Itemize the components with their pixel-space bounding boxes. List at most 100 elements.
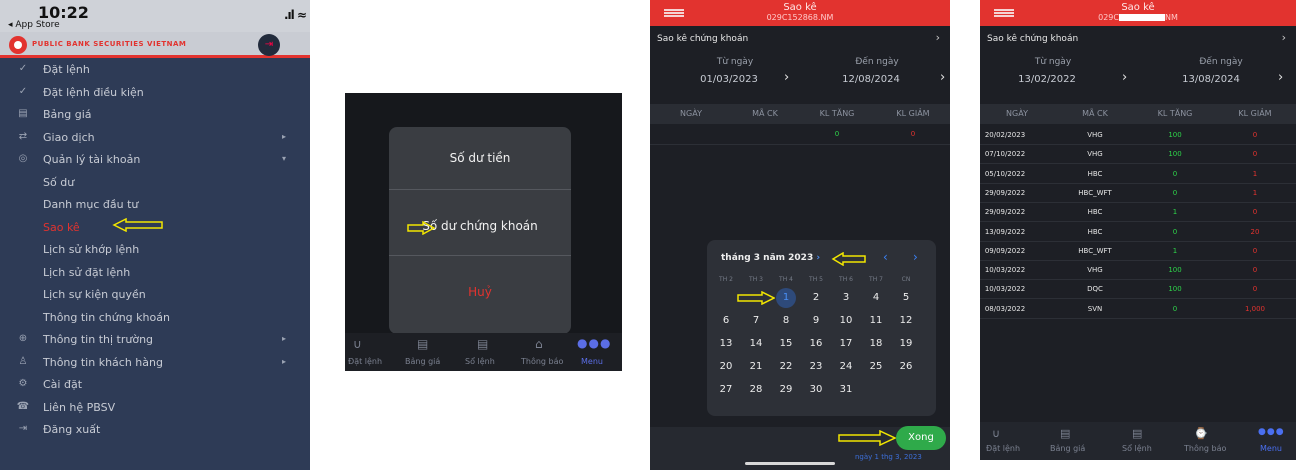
previous-month-icon[interactable]: ‹ <box>883 250 888 264</box>
calendar-day[interactable]: 10 <box>831 315 861 326</box>
calendar-day[interactable]: 16 <box>801 338 831 349</box>
side-menu-screen: 10:22 ◂ App Store .ıl ≈ PUBLIC BANK SECU… <box>0 0 310 470</box>
chevron-icon: ▾ <box>282 154 287 163</box>
menu-item[interactable]: Lịch sử đặt lệnh <box>0 262 310 284</box>
row-increase: 1 <box>1172 246 1178 255</box>
menu-item-label: Lịch sự kiện quyền <box>43 288 146 301</box>
calendar-day[interactable]: 29 <box>771 384 801 395</box>
back-to-app-store[interactable]: ◂ App Store <box>8 20 60 30</box>
tab-order[interactable]: Đặt lệnh <box>986 444 1020 453</box>
menu-item[interactable]: ✓ Đặt lệnh điều kiện <box>0 82 310 104</box>
menu-item[interactable]: Số dư <box>0 172 310 194</box>
calendar-day[interactable]: 23 <box>801 361 831 372</box>
menu-tab-icon: ●●● <box>1258 427 1285 437</box>
row-decrease: 0 <box>1252 246 1258 255</box>
menu-item[interactable]: Lịch sử khớp lệnh <box>0 239 310 261</box>
calendar-day[interactable]: 19 <box>891 338 921 349</box>
from-date-field[interactable]: 01/03/2023 <box>684 74 774 85</box>
from-date-chevron-icon[interactable]: › <box>784 70 789 85</box>
tab-price-board[interactable]: Bảng giá <box>1050 444 1085 453</box>
chevron-right-icon: › <box>1281 31 1286 44</box>
calendar-day[interactable]: 22 <box>771 361 801 372</box>
menu-item[interactable]: Lịch sự kiện quyền <box>0 284 310 306</box>
calendar-day[interactable]: 11 <box>861 315 891 326</box>
tab-notification[interactable]: Thông báo <box>521 357 563 366</box>
to-date-label: Đến ngày <box>855 57 899 67</box>
row-increase: 0 <box>1172 227 1178 236</box>
row-code: HBC_WFT <box>1078 188 1112 197</box>
calendar-month-title[interactable]: tháng 3 năm 2023 › <box>721 253 820 263</box>
statement-type-selector[interactable]: Sao kê chứng khoán › <box>980 30 1296 50</box>
annotation-arrow-right <box>407 221 435 235</box>
order-book-tab-icon: ▤ <box>1132 427 1143 440</box>
menu-item[interactable]: ◎ Quản lý tài khoản ▾ <box>0 149 310 171</box>
statement-type-selector[interactable]: Sao kê chứng khoán › <box>650 30 950 50</box>
to-date-field[interactable]: 13/08/2024 <box>1166 74 1256 85</box>
calendar-day[interactable]: 15 <box>771 338 801 349</box>
calendar-day[interactable]: 2 <box>801 292 831 303</box>
done-button[interactable]: Xong <box>896 426 946 450</box>
month-expand-icon: › <box>816 253 821 263</box>
menu-item[interactable]: ☎ Liên hệ PBSV <box>0 397 310 419</box>
calendar-day[interactable]: 4 <box>861 292 891 303</box>
calendar-day[interactable]: 18 <box>861 338 891 349</box>
calendar-day[interactable]: 20 <box>711 361 741 372</box>
menu-item[interactable]: Danh mục đầu tư <box>0 194 310 216</box>
calendar-day[interactable]: 3 <box>831 292 861 303</box>
calendar-day[interactable]: 13 <box>711 338 741 349</box>
calendar-day[interactable]: 26 <box>891 361 921 372</box>
col-decrease: KL GIẢM <box>1238 109 1272 118</box>
calendar-day[interactable]: 30 <box>801 384 831 395</box>
cash-balance-option[interactable]: Số dư tiền <box>389 127 571 189</box>
calendar-day[interactable]: 6 <box>711 315 741 326</box>
to-date-chevron-icon[interactable]: › <box>940 70 945 85</box>
calendar-day[interactable]: 24 <box>831 361 861 372</box>
menu-item[interactable]: Thông tin chứng khoán <box>0 307 310 329</box>
calendar-day[interactable]: 25 <box>861 361 891 372</box>
next-month-icon[interactable]: › <box>913 250 918 264</box>
from-date-chevron-icon[interactable]: › <box>1122 70 1127 85</box>
cancel-option[interactable]: Huỷ <box>389 261 571 323</box>
tab-order-book[interactable]: Sổ lệnh <box>1122 444 1152 453</box>
menu-item-label: Danh mục đầu tư <box>43 198 139 211</box>
statement-results-screen: Sao kê 029C NM Sao kê chứng khoán › Từ ng… <box>980 0 1296 460</box>
row-increase: 100 <box>1168 266 1182 275</box>
calendar-day[interactable]: 28 <box>741 384 771 395</box>
row-date: 10/03/2022 <box>984 266 1026 275</box>
menu-item[interactable]: ⇄ Giao dịch ▸ <box>0 127 310 149</box>
menu-item[interactable]: ♙ Thông tin khách hàng ▸ <box>0 352 310 374</box>
tab-menu[interactable]: Menu <box>1260 444 1282 453</box>
calendar-day[interactable]: 21 <box>741 361 771 372</box>
logout-shortcut-icon[interactable]: ⇥ <box>258 34 280 56</box>
order-book-tab-icon: ▤ <box>477 337 489 351</box>
calendar-day[interactable]: 7 <box>741 315 771 326</box>
row-decrease: 1 <box>1252 169 1258 178</box>
calendar-day[interactable]: 31 <box>831 384 861 395</box>
redacted-block <box>1118 14 1165 21</box>
menu-item[interactable]: ⇥ Đăng xuất <box>0 419 310 441</box>
menu-item[interactable]: ▤ Bảng giá <box>0 104 310 126</box>
calendar-day[interactable]: 8 <box>771 315 801 326</box>
menu-item[interactable]: ⚙ Cài đặt <box>0 374 310 396</box>
row-date: 29/09/2022 <box>984 188 1026 197</box>
tab-notification[interactable]: Thông báo <box>1184 444 1226 453</box>
calendar-day[interactable]: 1 <box>771 292 801 303</box>
tab-order[interactable]: Đặt lệnh <box>348 357 382 366</box>
to-date-chevron-icon[interactable]: › <box>1278 70 1283 85</box>
calendar-day[interactable]: 14 <box>741 338 771 349</box>
tab-menu[interactable]: Menu <box>581 357 603 366</box>
tab-price-board[interactable]: Bảng giá <box>405 357 440 366</box>
user-icon: ♙ <box>18 355 28 367</box>
to-date-field[interactable]: 12/08/2024 <box>826 74 916 85</box>
tab-order-book[interactable]: Sổ lệnh <box>465 357 495 366</box>
calendar-day[interactable]: 17 <box>831 338 861 349</box>
exchange-icon: ⇄ <box>18 130 28 142</box>
calendar-day[interactable]: 12 <box>891 315 921 326</box>
menu-item[interactable]: ✓ Đặt lệnh <box>0 59 310 81</box>
calendar-day[interactable]: 5 <box>891 292 921 303</box>
calendar-day[interactable]: 27 <box>711 384 741 395</box>
calendar-day[interactable]: 9 <box>801 315 831 326</box>
annotation-arrow-right <box>838 430 896 446</box>
menu-item[interactable]: ⊕ Thông tin thị trường ▸ <box>0 329 310 351</box>
from-date-field[interactable]: 13/02/2022 <box>1002 74 1092 85</box>
